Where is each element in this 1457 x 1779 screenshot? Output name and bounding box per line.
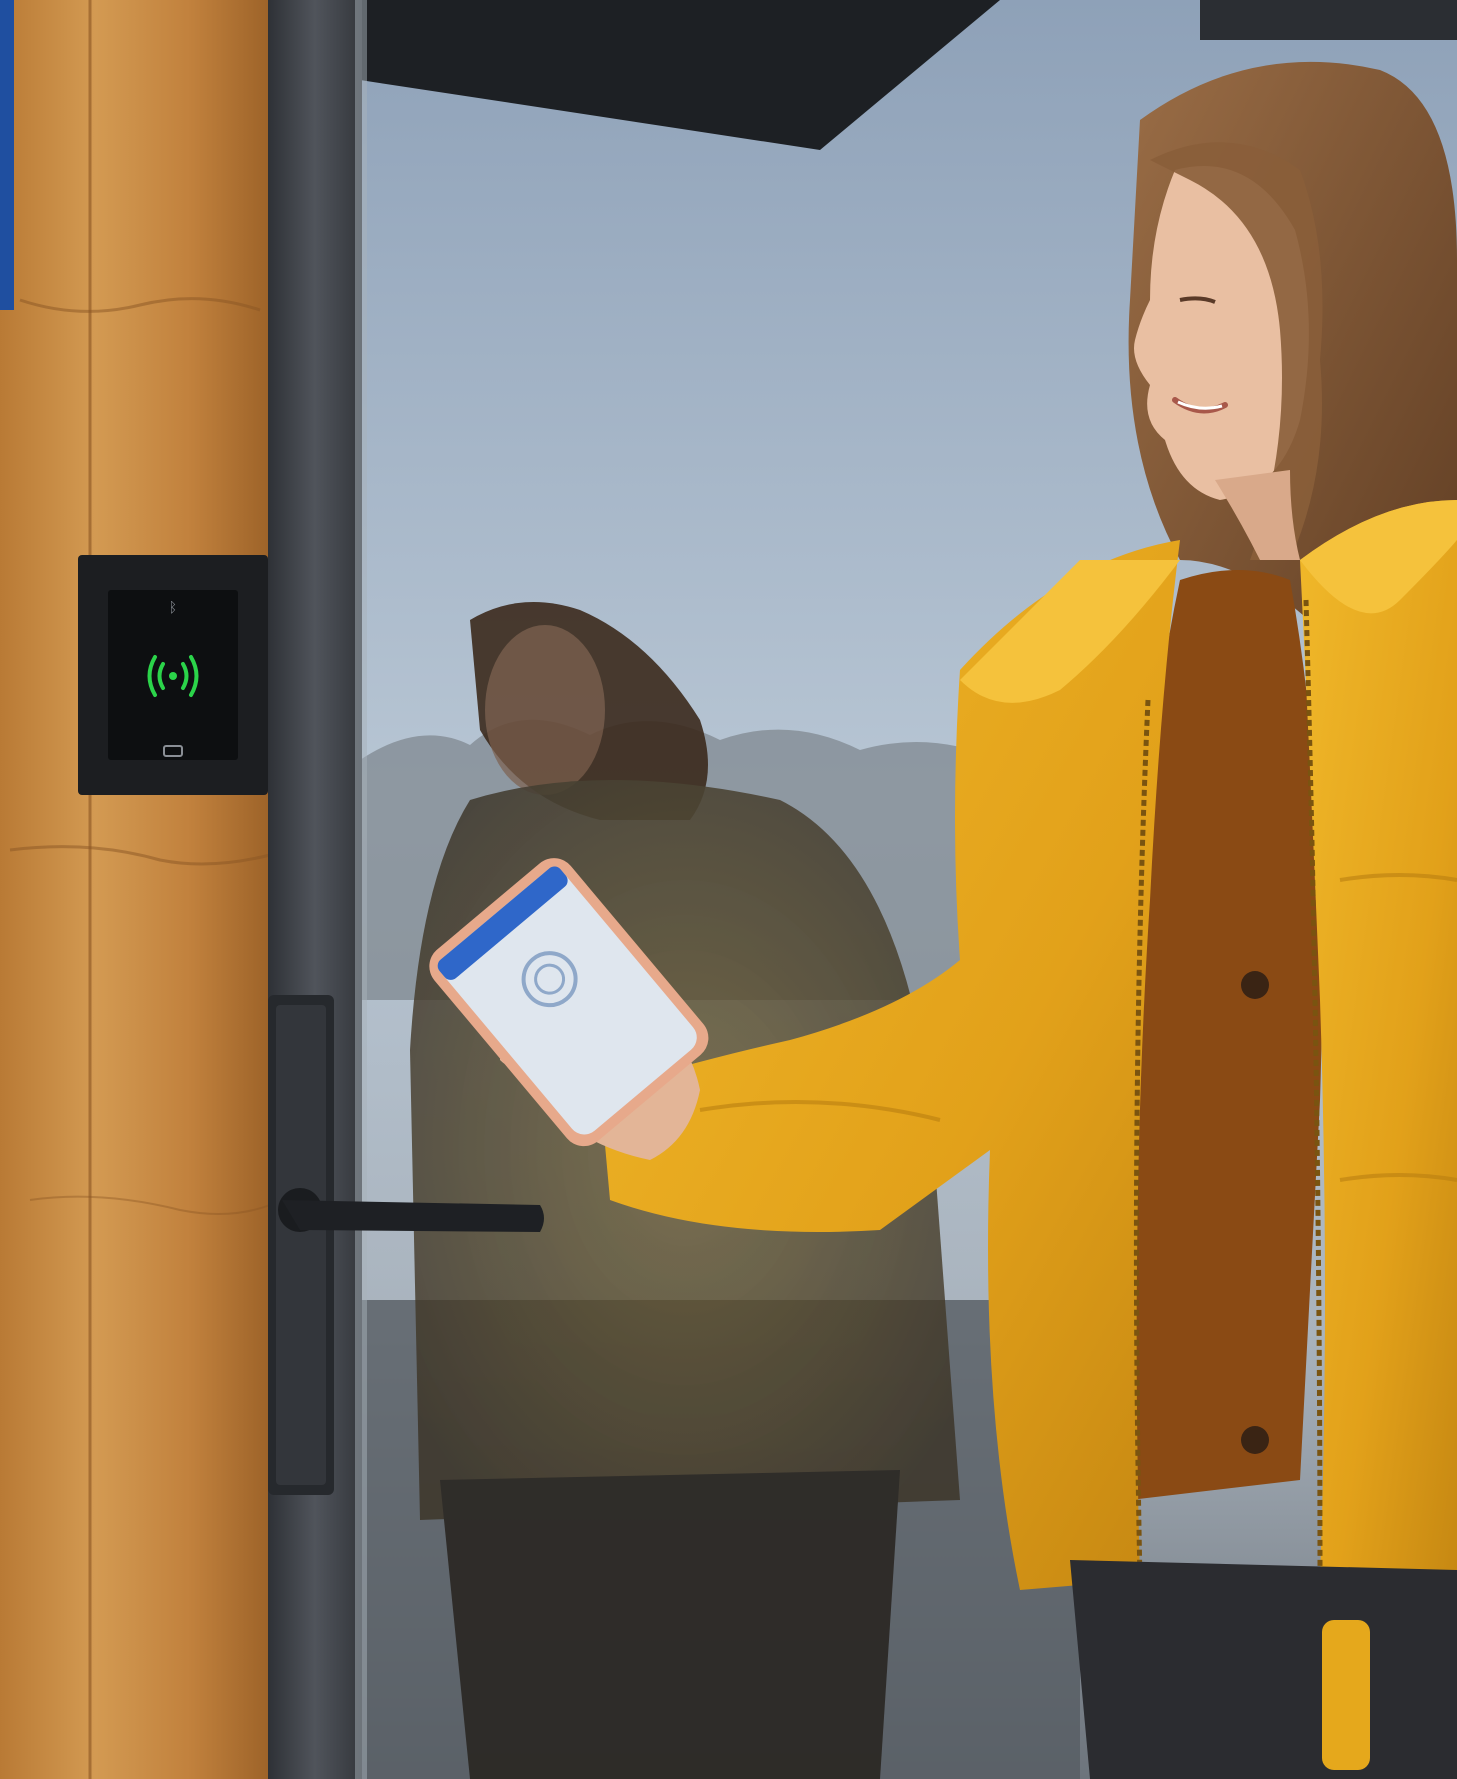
- bluetooth-icon: ᛒ: [169, 600, 177, 616]
- pants: [1070, 1560, 1457, 1779]
- jacket-right: [1300, 500, 1457, 1620]
- access-reader: ᛒ: [78, 555, 268, 795]
- photo-illustration: ᛒ: [0, 0, 1457, 1779]
- zipper-pull: [1322, 1620, 1370, 1770]
- button: [1241, 971, 1269, 999]
- accent-strip: [0, 0, 14, 310]
- wood-wall: [0, 0, 272, 1779]
- door-frame: [268, 0, 362, 1779]
- photo-scene: ᛒ: [0, 0, 1457, 1779]
- button: [1241, 1426, 1269, 1454]
- roof-edge: [1200, 0, 1457, 40]
